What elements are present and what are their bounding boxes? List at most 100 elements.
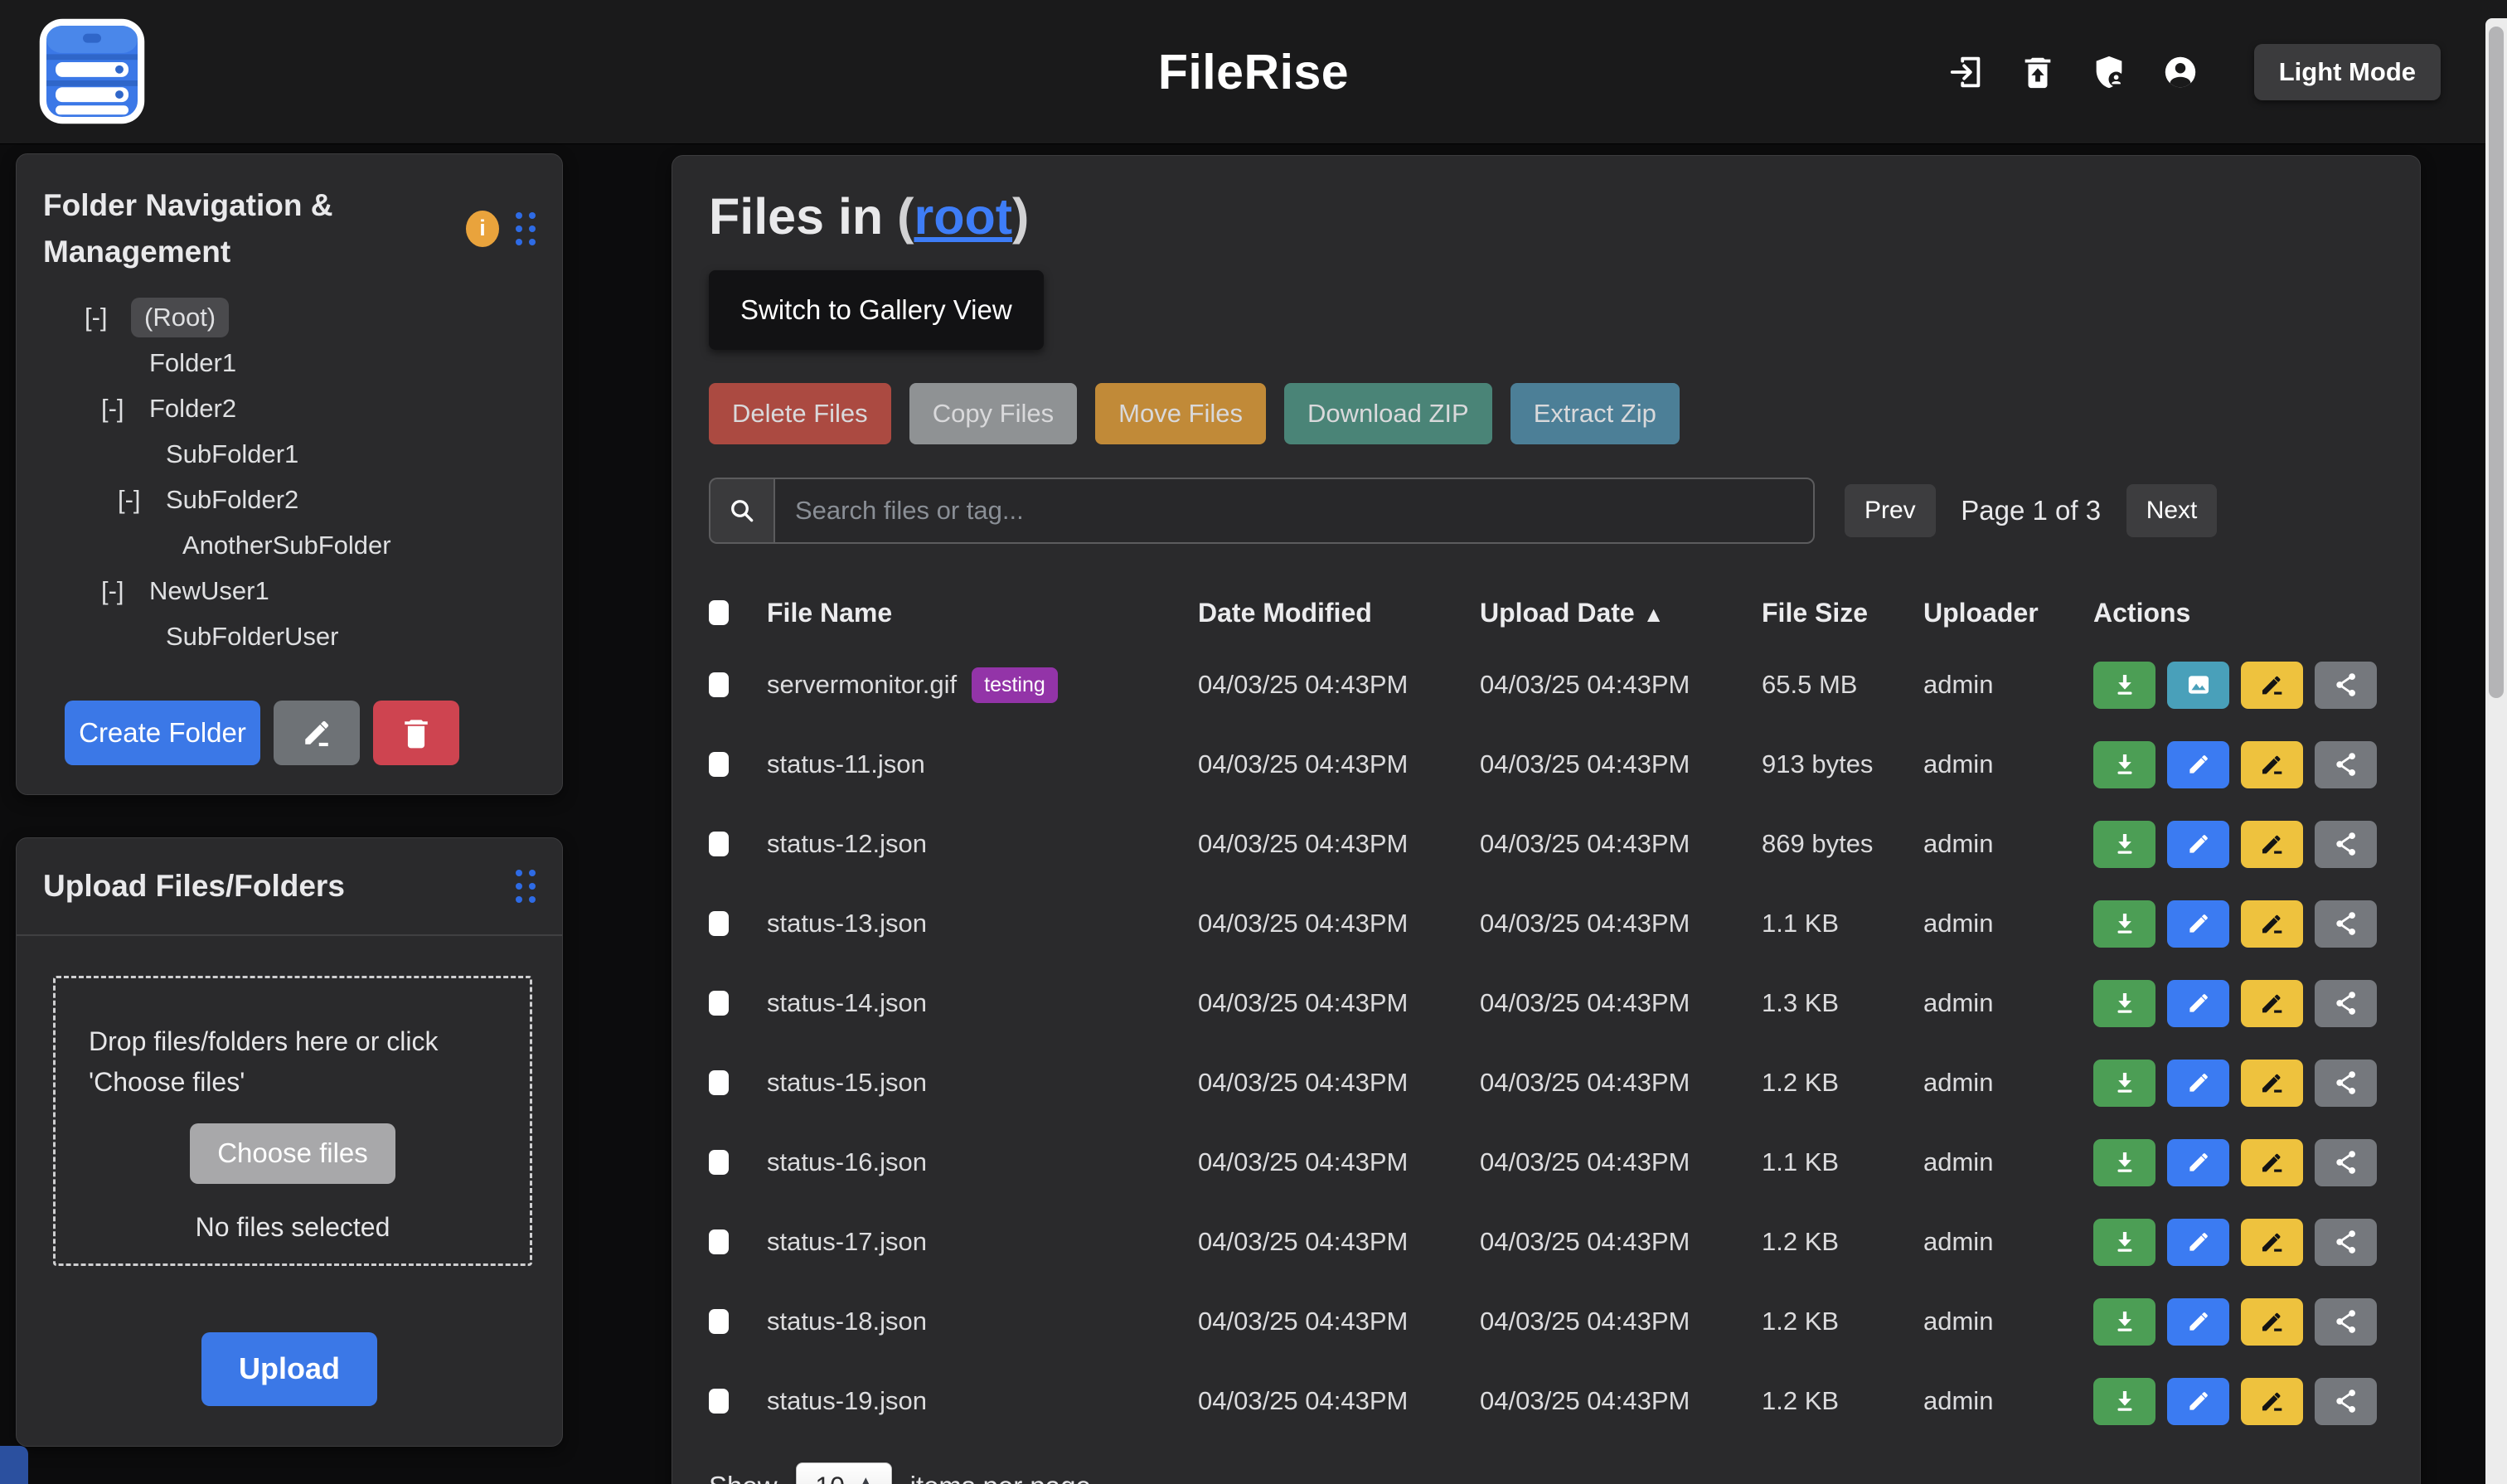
rename-folder-button[interactable] (274, 701, 360, 765)
tree-item-folder2[interactable]: [-]Folder2 (43, 386, 536, 431)
scrollbar-thumb[interactable] (2489, 27, 2504, 698)
drag-handle-icon[interactable] (516, 870, 536, 903)
share-button[interactable] (2315, 821, 2377, 868)
file-dropzone[interactable]: Drop files/folders here or click 'Choose… (53, 976, 532, 1266)
share-button[interactable] (2315, 1219, 2377, 1266)
file-name[interactable]: status-17.json (767, 1227, 927, 1257)
row-checkbox[interactable] (709, 752, 729, 777)
tree-toggle-icon[interactable]: [-] (101, 394, 148, 424)
file-name[interactable]: status-18.json (767, 1307, 927, 1336)
download-button[interactable] (2093, 1139, 2155, 1186)
file-name[interactable]: status-19.json (767, 1386, 927, 1416)
row-checkbox[interactable] (709, 1389, 729, 1414)
download-button[interactable] (2093, 900, 2155, 948)
file-name[interactable]: status-14.json (767, 988, 927, 1018)
row-checkbox[interactable] (709, 832, 729, 856)
rename-button[interactable] (2241, 980, 2303, 1027)
page-scrollbar[interactable] (2485, 18, 2507, 1484)
tree-item-label[interactable]: SubFolder1 (164, 434, 300, 474)
file-name[interactable]: status-15.json (767, 1068, 927, 1098)
copy-files-button[interactable]: Copy Files (909, 383, 1077, 444)
select-all-checkbox[interactable] (709, 600, 729, 625)
edit-button[interactable] (2167, 980, 2229, 1027)
row-checkbox[interactable] (709, 1229, 729, 1254)
download-button[interactable] (2093, 1219, 2155, 1266)
tree-item-label[interactable]: NewUser1 (148, 571, 271, 611)
share-button[interactable] (2315, 741, 2377, 788)
file-name[interactable]: status-12.json (767, 829, 927, 859)
edit-button[interactable] (2167, 1378, 2229, 1425)
edit-button[interactable] (2167, 741, 2229, 788)
drag-handle-icon[interactable] (516, 212, 536, 245)
info-icon[interactable]: i (466, 211, 499, 247)
tree-item-subfolderuser[interactable]: SubFolderUser (43, 613, 536, 659)
rename-button[interactable] (2241, 662, 2303, 709)
row-checkbox[interactable] (709, 672, 729, 697)
user-account-icon[interactable] (2161, 53, 2199, 91)
delete-folder-button[interactable] (373, 701, 459, 765)
share-button[interactable] (2315, 1139, 2377, 1186)
row-checkbox[interactable] (709, 911, 729, 936)
tree-item-label[interactable]: Folder2 (148, 389, 238, 429)
tree-item-label[interactable]: SubFolderUser (164, 617, 340, 657)
download-button[interactable] (2093, 1378, 2155, 1425)
file-name[interactable]: status-16.json (767, 1147, 927, 1177)
edit-button[interactable] (2167, 1298, 2229, 1346)
share-button[interactable] (2315, 1378, 2377, 1425)
rename-button[interactable] (2241, 821, 2303, 868)
tree-item-label[interactable]: AnotherSubFolder (181, 526, 393, 565)
switch-gallery-view-button[interactable]: Switch to Gallery View (709, 270, 1044, 350)
tree-item--root-[interactable]: [-](Root) (43, 294, 536, 340)
per-page-select[interactable]: 10 ▲▼ (796, 1462, 892, 1484)
rename-button[interactable] (2241, 900, 2303, 948)
prev-page-button[interactable]: Prev (1845, 484, 1936, 537)
rename-button[interactable] (2241, 741, 2303, 788)
light-mode-button[interactable]: Light Mode (2254, 44, 2441, 100)
download-button[interactable] (2093, 662, 2155, 709)
search-input[interactable] (773, 478, 1815, 544)
share-button[interactable] (2315, 1060, 2377, 1107)
column-file-size[interactable]: File Size (1762, 598, 1923, 628)
download-button[interactable] (2093, 821, 2155, 868)
root-folder-link[interactable]: root (914, 188, 1012, 245)
tree-item-label[interactable]: SubFolder2 (164, 480, 300, 520)
move-files-button[interactable]: Move Files (1095, 383, 1266, 444)
row-checkbox[interactable] (709, 991, 729, 1016)
tree-item-subfolder2[interactable]: [-]SubFolder2 (43, 477, 536, 522)
rename-button[interactable] (2241, 1139, 2303, 1186)
file-name[interactable]: status-13.json (767, 909, 927, 938)
extract-zip-button[interactable]: Extract Zip (1511, 383, 1680, 444)
preview-button[interactable] (2167, 662, 2229, 709)
share-button[interactable] (2315, 980, 2377, 1027)
share-button[interactable] (2315, 900, 2377, 948)
column-date-modified[interactable]: Date Modified (1198, 598, 1480, 628)
create-folder-button[interactable]: Create Folder (65, 701, 260, 765)
tree-item-label[interactable]: (Root) (131, 298, 229, 337)
tree-toggle-icon[interactable]: [-] (85, 303, 131, 332)
rename-button[interactable] (2241, 1378, 2303, 1425)
edit-button[interactable] (2167, 900, 2229, 948)
column-uploader[interactable]: Uploader (1923, 598, 2093, 628)
upload-button[interactable]: Upload (201, 1332, 377, 1406)
row-checkbox[interactable] (709, 1150, 729, 1175)
tree-toggle-icon[interactable]: [-] (101, 576, 148, 606)
download-button[interactable] (2093, 980, 2155, 1027)
tree-item-folder1[interactable]: Folder1 (43, 340, 536, 386)
tree-item-anothersubfolder[interactable]: AnotherSubFolder (43, 522, 536, 568)
rename-button[interactable] (2241, 1298, 2303, 1346)
tree-toggle-icon[interactable]: [-] (118, 485, 164, 515)
rename-button[interactable] (2241, 1219, 2303, 1266)
edit-button[interactable] (2167, 1139, 2229, 1186)
share-button[interactable] (2315, 662, 2377, 709)
edit-button[interactable] (2167, 821, 2229, 868)
download-button[interactable] (2093, 1060, 2155, 1107)
tree-item-newuser1[interactable]: [-]NewUser1 (43, 568, 536, 613)
column-upload-date[interactable]: Upload Date▲ (1480, 598, 1762, 628)
column-file-name[interactable]: File Name (767, 598, 1198, 628)
choose-files-button[interactable]: Choose files (190, 1123, 395, 1184)
admin-shield-icon[interactable] (2090, 53, 2128, 91)
row-checkbox[interactable] (709, 1309, 729, 1334)
share-button[interactable] (2315, 1298, 2377, 1346)
logout-icon[interactable] (1947, 53, 1986, 91)
edit-button[interactable] (2167, 1219, 2229, 1266)
